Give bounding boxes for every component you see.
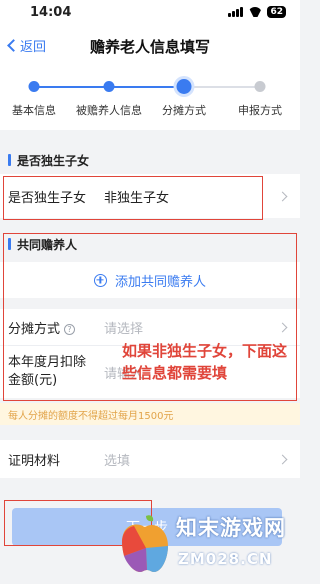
back-button[interactable]: 返回 <box>6 36 46 55</box>
highlight-box-co-supporter <box>3 233 297 401</box>
section-only-child: 是否独生子女 <box>0 146 300 174</box>
watermark: 知末游戏网 ZM028.CN <box>110 498 300 584</box>
status-bar: 14:04 62 <box>0 0 300 24</box>
status-time: 14:04 <box>30 4 72 20</box>
highlight-box-only-child <box>3 176 263 220</box>
step-label-allocation: 分摊方式 <box>162 104 206 117</box>
step-label-supported-person: 被赡养人信息 <box>76 104 142 117</box>
proof-label: 证明材料 <box>8 453 61 469</box>
wifi-icon <box>248 7 262 17</box>
step-dot-declaration <box>254 81 266 92</box>
step-dot-supported-person <box>103 81 115 92</box>
section-marker <box>8 154 11 166</box>
step-line-todo <box>184 86 260 88</box>
watermark-url: ZM028.CN <box>178 550 273 568</box>
chevron-right-icon <box>277 454 288 464</box>
proof-field[interactable]: 证明材料 选填 <box>0 440 300 478</box>
step-dot-basic <box>28 81 40 92</box>
page-title: 赡养老人信息填写 <box>89 37 210 56</box>
section-title: 是否独生子女 <box>17 153 90 168</box>
status-icons: 62 <box>228 6 286 18</box>
step-label-basic: 基本信息 <box>12 104 56 117</box>
nav-bar: 返回 赡养老人信息填写 <box>0 24 300 68</box>
watermark-title: 知末游戏网 <box>176 516 286 540</box>
back-label: 返回 <box>20 40 47 55</box>
notice-banner: 每人分摊的额度不得超过每月1500元 <box>0 403 300 425</box>
step-label-declaration: 申报方式 <box>238 104 282 117</box>
progress-steps: 基本信息 被赡养人信息 分摊方式 申报方式 <box>0 68 300 130</box>
proof-placeholder: 选填 <box>104 453 131 469</box>
apple-logo-icon <box>122 515 168 572</box>
chevron-left-icon <box>7 39 20 52</box>
chevron-right-icon <box>277 191 288 201</box>
step-dot-allocation <box>176 79 192 94</box>
signal-icon <box>228 7 244 17</box>
battery-icon: 62 <box>267 6 286 18</box>
